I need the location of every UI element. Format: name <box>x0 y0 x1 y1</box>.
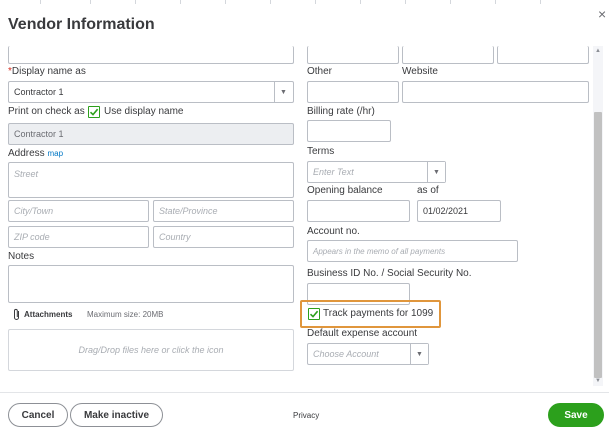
display-name-select[interactable]: Contractor 1 <box>8 81 294 103</box>
partial-field-top-2[interactable] <box>402 46 494 64</box>
country-field[interactable]: Country <box>153 226 294 248</box>
print-on-check-value: Contractor 1 <box>14 129 64 139</box>
state-placeholder: State/Province <box>159 206 218 216</box>
save-button[interactable]: Save <box>548 403 604 427</box>
terms-label: Terms <box>307 146 335 157</box>
use-display-name-label: Use display name <box>104 106 184 117</box>
close-icon[interactable]: × <box>598 6 606 22</box>
default-expense-placeholder: Choose Account <box>313 349 379 359</box>
map-link[interactable]: map <box>47 149 63 158</box>
top-ruler <box>0 0 609 6</box>
partial-field-top-1[interactable] <box>307 46 399 64</box>
scroll-up-arrow-icon[interactable]: ▲ <box>594 48 602 54</box>
display-name-label: *Display name as <box>8 66 86 77</box>
street-placeholder: Street <box>14 169 39 179</box>
dropzone-text: Drag/Drop files here or click the icon <box>78 345 224 355</box>
as-of-label: as of <box>417 185 439 196</box>
scroll-down-arrow-icon[interactable]: ▼ <box>594 378 602 384</box>
make-inactive-button[interactable]: Make inactive <box>70 403 163 427</box>
account-no-field[interactable]: Appears in the memo of all payments <box>307 240 518 262</box>
city-placeholder: City/Town <box>14 206 54 216</box>
city-field[interactable]: City/Town <box>8 200 149 222</box>
address-label: Address map <box>8 148 64 159</box>
privacy-link[interactable]: Privacy <box>293 411 319 420</box>
other-field[interactable] <box>307 81 399 103</box>
print-on-check-label: Print on check as <box>8 106 85 117</box>
zip-placeholder: ZIP code <box>14 232 50 242</box>
state-field[interactable]: State/Province <box>153 200 294 222</box>
country-placeholder: Country <box>159 232 191 242</box>
caret-down-icon[interactable]: ▼ <box>427 162 445 182</box>
notes-label: Notes <box>8 251 35 262</box>
partial-field-top-left[interactable] <box>8 46 294 64</box>
default-expense-label: Default expense account <box>307 328 418 339</box>
print-on-check-field: Contractor 1 <box>8 123 294 145</box>
business-id-label: Business ID No. / Social Security No. <box>307 268 472 279</box>
cancel-button[interactable]: Cancel <box>8 403 68 427</box>
attachment-dropzone[interactable]: Drag/Drop files here or click the icon <box>8 329 294 371</box>
opening-balance-label: Opening balance <box>307 185 383 196</box>
notes-field[interactable] <box>8 265 294 303</box>
billing-rate-label: Billing rate (/hr) <box>307 106 375 117</box>
terms-select[interactable]: Enter Text <box>307 161 446 183</box>
scrollbar-thumb[interactable] <box>594 112 602 378</box>
other-label: Other <box>307 66 333 77</box>
dialog-title: Vendor Information <box>8 16 155 33</box>
track-1099-checkbox[interactable] <box>308 308 320 320</box>
as-of-date-field[interactable]: 01/02/2021 <box>417 200 501 222</box>
website-field[interactable] <box>402 81 589 103</box>
billing-rate-field[interactable] <box>307 120 391 142</box>
opening-balance-field[interactable] <box>307 200 410 222</box>
checkmark-icon <box>309 310 319 318</box>
track-1099-label: Track payments for 1099 <box>323 308 434 319</box>
website-label: Website <box>402 66 438 77</box>
zip-field[interactable]: ZIP code <box>8 226 149 248</box>
max-size-label: Maximum size: 20MB <box>87 310 164 319</box>
footer-divider <box>0 392 609 393</box>
caret-down-icon[interactable]: ▼ <box>274 82 292 102</box>
caret-down-icon[interactable]: ▼ <box>410 344 428 364</box>
as-of-date-value: 01/02/2021 <box>423 206 469 216</box>
partial-field-top-3[interactable] <box>497 46 589 64</box>
attachments-label: Attachments <box>24 310 73 319</box>
checkmark-icon <box>89 108 99 116</box>
street-field[interactable]: Street <box>8 162 294 198</box>
terms-placeholder: Enter Text <box>313 167 354 177</box>
account-no-label: Account no. <box>307 226 360 237</box>
paperclip-icon[interactable] <box>12 308 21 321</box>
use-display-name-checkbox[interactable] <box>88 106 100 118</box>
display-name-value: Contractor 1 <box>14 87 64 97</box>
account-no-placeholder: Appears in the memo of all payments <box>313 246 446 256</box>
